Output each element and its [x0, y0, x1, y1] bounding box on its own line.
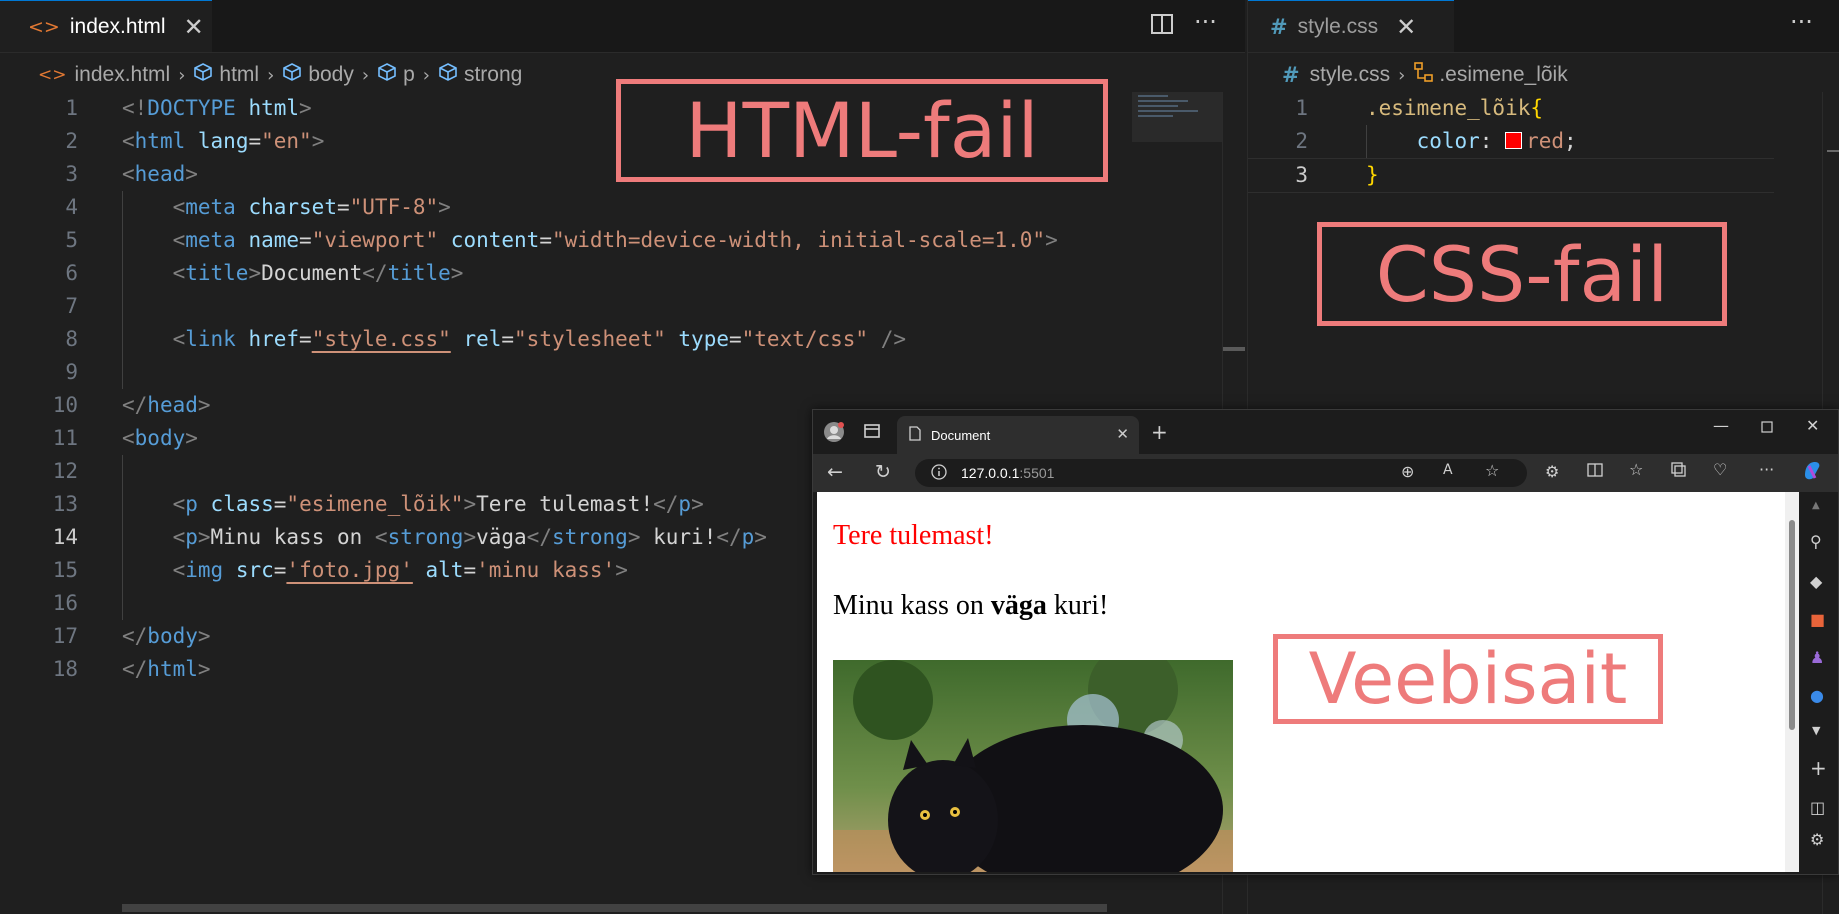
browser-title-bar: Document ✕ + — ✕	[813, 410, 1838, 454]
breadcrumb-item-strong[interactable]: strong	[464, 63, 522, 87]
bold-text: väga	[990, 590, 1047, 621]
url-port: :5501	[1019, 465, 1055, 481]
breadcrumb: <> index.html › html › body › p › strong	[38, 58, 522, 92]
paragraph-text: Minu kass on	[833, 590, 991, 621]
collections-icon[interactable]	[1671, 462, 1687, 482]
browser-essentials-icon[interactable]: ♡	[1713, 460, 1727, 479]
code-line: 1 .esimene_lõik{	[1295, 96, 1544, 120]
code-area[interactable]: 1 .esimene_lõik{ 2 color: red; 3}	[1248, 92, 1774, 193]
tab-index-html[interactable]: <> index.html ✕	[0, 0, 212, 52]
zoom-icon[interactable]: ⊕	[1401, 462, 1414, 481]
info-icon[interactable]	[931, 463, 947, 483]
code-line: 3}	[1248, 158, 1774, 193]
chevron-right-icon: ›	[178, 64, 186, 86]
paragraph-text: kuri!	[1046, 590, 1109, 621]
split-editor-icon[interactable]	[1150, 12, 1174, 42]
read-aloud-icon[interactable]: A	[1443, 462, 1453, 478]
css-file-annotation: CSS-fail	[1317, 222, 1727, 326]
breadcrumb-item-p[interactable]: p	[403, 63, 415, 87]
sidebar-settings-icon[interactable]: ⚙	[1810, 830, 1824, 849]
minimize-icon[interactable]: —	[1713, 416, 1729, 435]
favorite-star-icon[interactable]: ☆	[1485, 461, 1499, 480]
scroll-down-icon[interactable]: ▼	[1812, 724, 1820, 737]
extensions-icon[interactable]: ⚙	[1545, 462, 1559, 481]
copilot-icon[interactable]	[1801, 459, 1823, 485]
paragraph-cat: Minu kass on väga kuri!	[833, 590, 1108, 622]
element-cube-icon	[282, 62, 302, 88]
chevron-right-icon: ›	[1398, 64, 1406, 86]
profile-avatar-icon[interactable]	[823, 421, 845, 447]
close-icon[interactable]: ✕	[184, 13, 204, 41]
add-sidebar-app-icon[interactable]: +	[1810, 756, 1827, 780]
breadcrumb-item-body[interactable]: body	[308, 63, 354, 87]
breadcrumb-item-file[interactable]: index.html	[75, 63, 171, 87]
browser-tab[interactable]: Document ✕	[897, 416, 1139, 454]
split-screen-icon[interactable]	[1587, 462, 1603, 482]
breadcrumb-item-selector[interactable]: .esimene_lõik	[1439, 63, 1567, 87]
css-file-icon: #	[1282, 63, 1300, 87]
browser-tab-title: Document	[931, 427, 991, 443]
minimap[interactable]	[1132, 92, 1222, 142]
element-cube-icon	[193, 62, 213, 88]
element-cube-icon	[438, 62, 458, 88]
window-close-icon[interactable]: ✕	[1806, 416, 1819, 435]
breadcrumb-item-html[interactable]: html	[219, 63, 259, 87]
favorites-icon[interactable]: ☆	[1629, 460, 1643, 479]
more-actions-icon[interactable]: ···	[1194, 8, 1217, 36]
scroll-up-icon[interactable]: ▲	[1812, 500, 1820, 511]
more-actions-icon[interactable]: ···	[1790, 8, 1813, 36]
search-icon[interactable]: ⚲	[1810, 532, 1822, 551]
tab-actions-icon[interactable]	[863, 422, 881, 444]
element-cube-icon	[377, 62, 397, 88]
cat-photo	[833, 660, 1233, 872]
chevron-right-icon: ›	[422, 64, 430, 86]
html-file-annotation: HTML-fail	[616, 79, 1108, 182]
chevron-right-icon: ›	[267, 64, 275, 86]
browser-nav-bar: ← ↻ 127.0.0.1:5501 ⊕ A ☆ ⚙ ☆ ♡ ···	[813, 454, 1838, 492]
paragraph-welcome: Tere tulemast!	[833, 520, 994, 551]
selector-icon	[1413, 61, 1435, 89]
breadcrumb: # style.css › .esimene_lõik	[1282, 58, 1568, 92]
editor-tab-bar: <> index.html ✕ ···	[0, 0, 1245, 53]
maximize-icon[interactable]	[1761, 418, 1773, 437]
chevron-right-icon: ›	[361, 64, 370, 86]
page-scrollbar[interactable]	[1785, 492, 1799, 872]
html-file-icon: <>	[38, 65, 67, 85]
games-icon[interactable]: ♟	[1810, 648, 1824, 667]
website-annotation: Veebisait	[1273, 634, 1663, 724]
address-bar[interactable]: 127.0.0.1:5501 ⊕ A ☆	[915, 459, 1527, 487]
horizontal-scrollbar[interactable]	[122, 904, 1107, 912]
back-icon[interactable]: ←	[827, 461, 843, 483]
close-icon[interactable]: ✕	[1396, 13, 1416, 41]
css-file-icon: #	[1270, 14, 1288, 39]
tab-label: style.css	[1297, 14, 1379, 38]
shopping-tag-icon[interactable]: ◆	[1810, 572, 1822, 591]
breadcrumb-item-file[interactable]: style.css	[1310, 63, 1391, 87]
color-swatch[interactable]	[1505, 132, 1523, 149]
editor-tab-bar: # style.css ✕ ···	[1248, 0, 1839, 53]
browser-sidebar: ▲ ⚲ ◆ ■ ♟ ● ▼ + ◫ ⚙	[1800, 492, 1838, 874]
tab-style-css[interactable]: # style.css ✕	[1248, 0, 1454, 52]
hide-sidebar-icon[interactable]: ◫	[1810, 798, 1825, 817]
tab-label: index.html	[69, 14, 166, 38]
office-icon[interactable]: ●	[1810, 686, 1824, 705]
new-tab-icon[interactable]: +	[1151, 420, 1168, 444]
tools-briefcase-icon[interactable]: ■	[1810, 610, 1825, 629]
browser-window: Document ✕ + — ✕ ← ↻ 127.0.0.1:5501 ⊕ A …	[812, 409, 1839, 875]
close-icon[interactable]: ✕	[1116, 425, 1129, 443]
settings-more-icon[interactable]: ···	[1759, 460, 1774, 479]
url-host: 127.0.0.1	[961, 465, 1020, 481]
code-line: 2 color: red;	[1295, 129, 1577, 153]
html-file-icon: <>	[28, 15, 60, 38]
page-icon	[909, 426, 921, 444]
refresh-icon[interactable]: ↻	[875, 461, 891, 483]
